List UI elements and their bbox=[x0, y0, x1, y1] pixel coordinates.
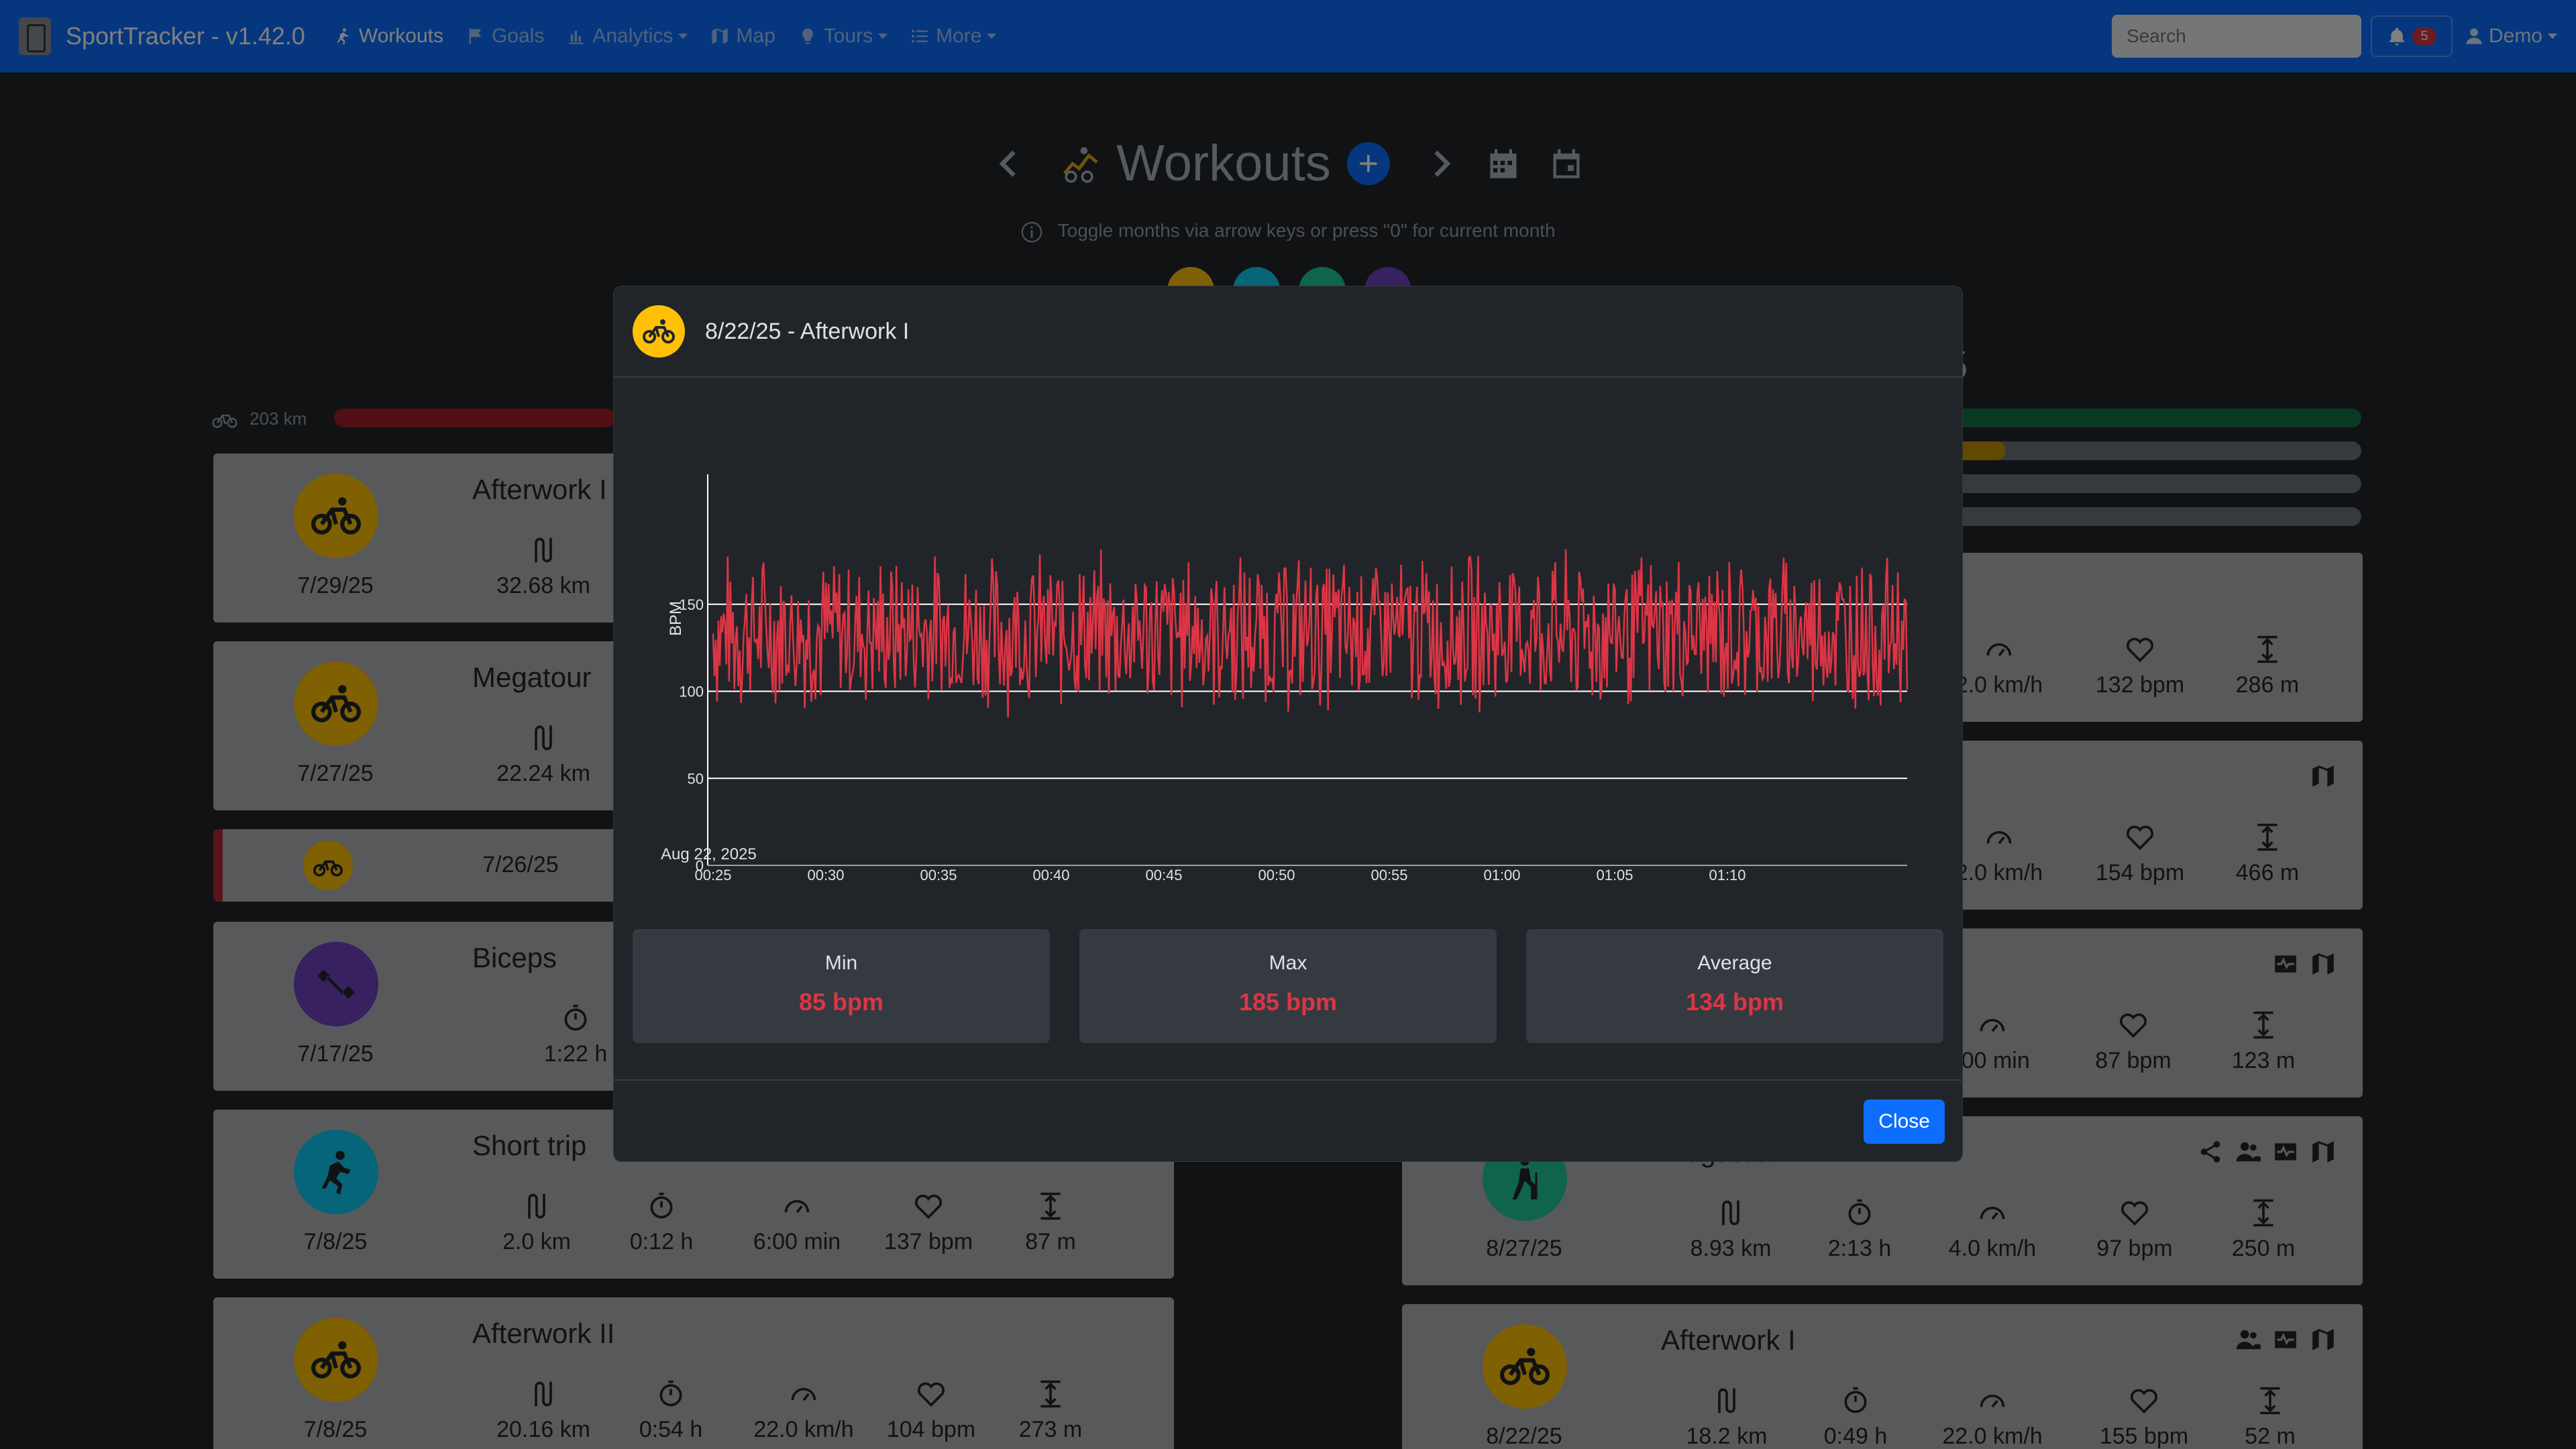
min-value: 85 bpm bbox=[798, 988, 884, 1016]
x-tick-label: 00:30 bbox=[807, 867, 844, 883]
x-tick-label: 00:40 bbox=[1032, 867, 1069, 883]
min-label: Min bbox=[824, 952, 858, 974]
average-label: Average bbox=[1697, 952, 1772, 974]
x-tick-label: 00:25 bbox=[694, 867, 731, 883]
max-label: Max bbox=[1269, 952, 1307, 974]
max-value: 185 bpm bbox=[1238, 988, 1338, 1016]
close-button[interactable]: Close bbox=[1864, 1099, 1945, 1144]
y-axis-ticks: 050100150 bbox=[679, 596, 704, 874]
x-tick-label: 01:10 bbox=[1709, 867, 1746, 883]
x-tick-label: 01:05 bbox=[1596, 867, 1633, 883]
heart-rate-series-line bbox=[712, 549, 1909, 718]
x-tick-label: 00:35 bbox=[920, 867, 957, 883]
y-tick-label: 50 bbox=[688, 770, 704, 787]
heart-rate-stats: Min 85 bpm Max 185 bpm Average 134 bpm bbox=[633, 929, 1943, 1043]
modal-header: 8/22/25 - Afterwork I bbox=[614, 286, 1962, 378]
y-axis-label: BPM bbox=[667, 601, 685, 636]
heart-rate-modal: 8/22/25 - Afterwork I 0 50 100 150 00:25 00:… bbox=[613, 286, 1964, 1163]
x-axis-date-label: Aug 22, 2025 bbox=[661, 845, 757, 863]
modal-footer: Close bbox=[614, 1079, 1964, 1163]
bicycle-icon bbox=[643, 319, 675, 343]
heart-rate-chart: 050100150 00:25 00:30 00:35 00:40 00:45 00:50… bbox=[661, 474, 1909, 883]
cycling-avatar bbox=[633, 305, 685, 358]
max-stat-box: Max 185 bpm bbox=[1079, 929, 1497, 1043]
y-tick-label: 100 bbox=[679, 684, 704, 700]
average-stat-box: Average 134 bpm bbox=[1526, 929, 1943, 1043]
x-tick-label: 00:45 bbox=[1145, 867, 1182, 883]
x-axis-ticks: 00:25 00:30 00:35 00:40 00:45 00:50 00:55 01:00… bbox=[694, 867, 1746, 883]
x-tick-label: 00:50 bbox=[1258, 867, 1295, 883]
average-value: 134 bpm bbox=[1685, 988, 1784, 1016]
modal-title: 8/22/25 - Afterwork I bbox=[705, 318, 910, 344]
x-tick-label: 00:55 bbox=[1371, 867, 1407, 883]
min-stat-box: Min 85 bpm bbox=[633, 929, 1050, 1043]
x-tick-label: 01:00 bbox=[1483, 867, 1520, 883]
